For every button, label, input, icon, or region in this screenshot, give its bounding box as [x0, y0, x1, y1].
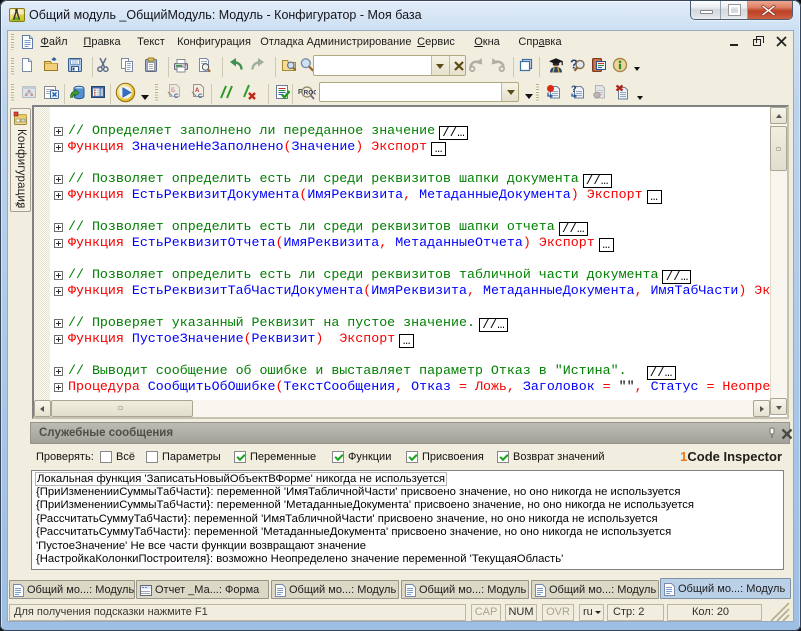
svg-text:?: ? [571, 84, 577, 95]
svg-text:ROC: ROC [304, 90, 317, 97]
svg-text:С: С [174, 94, 179, 100]
svg-text:С: С [198, 94, 203, 100]
